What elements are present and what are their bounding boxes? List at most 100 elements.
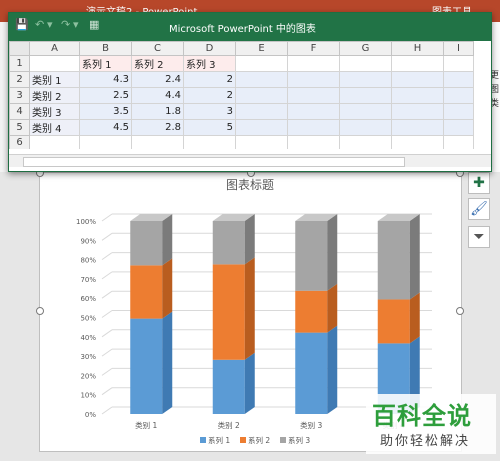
watermark-subtitle: 助你轻松解决 (380, 434, 471, 449)
sheet-cell[interactable] (443, 135, 474, 149)
column-header[interactable]: B (79, 41, 132, 56)
sheet-cell[interactable]: 5 (183, 119, 236, 136)
sheet-cell[interactable] (79, 135, 132, 149)
sheet-cell[interactable]: 类别 2 (29, 87, 80, 104)
sheet-cell[interactable] (443, 55, 474, 72)
sheet-cell[interactable] (235, 55, 288, 72)
y-tick-label: 70% (80, 276, 96, 284)
chart-styles-button[interactable]: 🖌 (468, 198, 490, 220)
sheet-cell[interactable] (443, 103, 474, 120)
sheet-cell[interactable]: 4.4 (131, 87, 184, 104)
column-header[interactable]: D (183, 41, 236, 56)
row-header[interactable]: 4 (9, 103, 30, 120)
sheet-cell[interactable] (391, 103, 444, 120)
sheet-cell[interactable] (339, 87, 392, 104)
sheet-cell[interactable] (235, 71, 288, 88)
scrollbar-thumb[interactable] (23, 157, 405, 167)
sheet-cell[interactable]: 类别 4 (29, 119, 80, 136)
sheet-cell[interactable]: 2 (183, 71, 236, 88)
column-header[interactable]: H (391, 41, 444, 56)
sheet-cell[interactable]: 3 (183, 103, 236, 120)
sheet-cell[interactable] (235, 103, 288, 120)
sheet-cell[interactable] (183, 135, 236, 149)
sheet-cell[interactable] (235, 87, 288, 104)
sheet-cell[interactable] (391, 55, 444, 72)
row-header[interactable]: 6 (9, 135, 30, 149)
y-tick-label: 90% (80, 237, 96, 245)
chart-filters-button[interactable]: ⏷ (468, 226, 490, 248)
sheet-cell[interactable] (391, 87, 444, 104)
sheet-cell[interactable] (29, 55, 80, 72)
chart-elements-button[interactable]: ✚ (468, 172, 490, 194)
sheet-cell[interactable] (287, 71, 340, 88)
sheet-corner[interactable] (9, 41, 30, 56)
sheet-cell[interactable]: 类别 1 (29, 71, 80, 88)
sheet-cell[interactable] (443, 71, 474, 88)
row-header[interactable]: 1 (9, 55, 30, 72)
sheet-cell[interactable]: 2 (183, 87, 236, 104)
spreadsheet-table[interactable]: ABCDEFGHI 1 系列 1 系列 2 系列 3 2 类别 1 4.3 2.4 2 3 类别 2… (9, 41, 474, 149)
plus-icon: ✚ (473, 175, 485, 191)
sheet-cell[interactable] (339, 55, 392, 72)
sheet-cell[interactable] (29, 135, 80, 149)
sheet-cell[interactable]: 2.4 (131, 71, 184, 88)
sheet-cell[interactable] (391, 135, 444, 149)
sheet-cell[interactable] (131, 135, 184, 149)
sheet-cell[interactable] (391, 71, 444, 88)
sheet-cell[interactable]: 2.8 (131, 119, 184, 136)
bar-segment-front (130, 318, 163, 414)
column-header[interactable]: G (339, 41, 392, 56)
redo-dropdown-icon[interactable]: ▾ (73, 18, 79, 31)
save-icon[interactable]: 💾 (15, 18, 29, 31)
sheet-cell[interactable] (391, 119, 444, 136)
undo-icon[interactable]: ↶ (35, 18, 44, 31)
column-header[interactable]: I (443, 41, 474, 56)
sheet-cell[interactable] (443, 119, 474, 136)
redo-icon[interactable]: ↷ (61, 18, 70, 31)
resize-handle-right[interactable] (456, 307, 464, 315)
sheet-cell[interactable] (339, 135, 392, 149)
column-header[interactable]: F (287, 41, 340, 56)
legend-label: 系列 3 (288, 435, 310, 445)
sheet-cell[interactable]: 4.3 (79, 71, 132, 88)
sheet-cell[interactable] (339, 119, 392, 136)
excel-window-title: Microsoft PowerPoint 中的图表 (169, 24, 316, 35)
sheet-cell[interactable] (443, 87, 474, 104)
bar-segment-side (244, 257, 255, 360)
sheet-cell[interactable] (287, 135, 340, 149)
edit-data-excel-icon[interactable]: ▦ (89, 18, 99, 31)
x-category-label: 类别 1 (135, 420, 157, 430)
sheet-cell[interactable] (287, 55, 340, 72)
sheet-cell[interactable] (287, 119, 340, 136)
row-header[interactable]: 5 (9, 119, 30, 136)
excel-data-window[interactable]: 💾 ↶ ▾ ↷ ▾ ▦ Microsoft PowerPoint 中的图表 AB… (8, 12, 492, 172)
column-header[interactable]: A (29, 41, 80, 56)
sheet-cell[interactable]: 3.5 (79, 103, 132, 120)
sheet-cell[interactable]: 系列 2 (131, 55, 184, 72)
column-header[interactable]: C (131, 41, 184, 56)
sheet-cell[interactable] (339, 103, 392, 120)
sheet-cell[interactable]: 1.8 (131, 103, 184, 120)
sheet-cell[interactable] (235, 119, 288, 136)
spreadsheet-grid[interactable]: ABCDEFGHI 1 系列 1 系列 2 系列 3 2 类别 1 4.3 2.4 2 3 类别 2… (9, 41, 491, 149)
sheet-cell[interactable]: 系列 3 (183, 55, 236, 72)
sheet-cell[interactable]: 4.5 (79, 119, 132, 136)
resize-handle-left[interactable] (36, 307, 44, 315)
sheet-cell[interactable] (287, 87, 340, 104)
horizontal-scrollbar[interactable] (9, 154, 491, 167)
sheet-cell[interactable] (287, 103, 340, 120)
legend-swatch (280, 437, 286, 443)
sheet-cell[interactable]: 2.5 (79, 87, 132, 104)
sheet-cell[interactable]: 类别 3 (29, 103, 80, 120)
undo-dropdown-icon[interactable]: ▾ (47, 18, 53, 31)
sheet-cell[interactable] (235, 135, 288, 149)
legend-label: 系列 1 (208, 435, 230, 445)
row-header[interactable]: 2 (9, 71, 30, 88)
row-header[interactable]: 3 (9, 87, 30, 104)
floor-gridline (101, 387, 113, 396)
y-tick-label: 100% (76, 218, 96, 226)
column-header[interactable]: E (235, 41, 288, 56)
bar-segment-side (244, 352, 255, 414)
sheet-cell[interactable]: 系列 1 (79, 55, 132, 72)
sheet-cell[interactable] (339, 71, 392, 88)
